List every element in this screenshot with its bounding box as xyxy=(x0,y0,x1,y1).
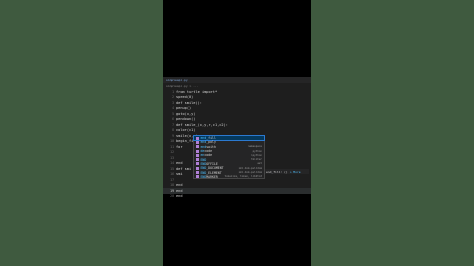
line-code[interactable]: goto(x,y) xyxy=(176,112,195,116)
method-icon xyxy=(196,140,199,144)
autocomplete-popup[interactable]: end_fill end_poly endswith namespace decode p… xyxy=(193,134,265,179)
line-number: 20 xyxy=(170,194,174,199)
line-code[interactable]: end xyxy=(176,161,183,165)
line-code[interactable]: def smi xyxy=(176,167,191,171)
line-number: 12 xyxy=(170,150,174,155)
suggestion-item[interactable]: ENDMARKER tokenize, token, lib2to3 xyxy=(194,175,264,179)
line-code[interactable]: end xyxy=(176,189,183,193)
line-code[interactable]: pendown() xyxy=(176,117,195,121)
line-number: 11 xyxy=(170,144,174,149)
line-code[interactable]: end xyxy=(176,194,183,198)
line-number: 3 xyxy=(172,100,174,105)
line-code[interactable]: from turtle import* xyxy=(176,90,217,94)
tab-simpleapi[interactable]: simpleapi.py xyxy=(166,78,188,82)
method-icon xyxy=(196,136,199,140)
suggestion-detail: ast xyxy=(257,162,262,166)
line-number: 19 xyxy=(170,188,174,193)
line-number: 17 xyxy=(170,177,174,182)
method-icon xyxy=(196,158,199,162)
method-icon xyxy=(196,162,199,166)
line-number: 18 xyxy=(170,183,174,188)
line-code[interactable]: color(c1) xyxy=(176,128,195,132)
suggestion-detail: xml.dom.pulldom xyxy=(238,171,262,175)
hint-more-link[interactable]: » More xyxy=(290,170,301,174)
line-number: 1 xyxy=(172,89,174,94)
line-number: 13 xyxy=(170,155,174,160)
right-background xyxy=(311,0,474,266)
line-number: 2 xyxy=(172,95,174,100)
code-line[interactable]: 20 end xyxy=(163,194,311,200)
signature-hint: end_fill: () » More xyxy=(265,169,309,174)
line-number: 5 xyxy=(172,111,174,116)
line-code[interactable]: def smile(): xyxy=(176,101,202,105)
line-number: 16 xyxy=(170,172,174,177)
line-code[interactable]: penup() xyxy=(176,106,191,110)
hint-text: end_fill: () xyxy=(266,169,288,174)
suggestion-detail: tkinter xyxy=(251,158,262,162)
line-code[interactable]: end xyxy=(176,183,183,187)
method-icon xyxy=(196,166,199,170)
line-number: 8 xyxy=(172,128,174,133)
line-code[interactable]: speed(0) xyxy=(176,95,193,99)
line-number: 10 xyxy=(170,139,174,144)
line-number: 15 xyxy=(170,166,174,171)
method-icon xyxy=(196,153,199,157)
line-number: 7 xyxy=(172,122,174,127)
left-background xyxy=(0,0,163,266)
line-number: 14 xyxy=(170,161,174,166)
suggestion-detail: xml.dom.pulldom xyxy=(238,166,262,170)
suggestion-detail: python xyxy=(252,149,262,153)
suggestion-detail: tokenize, token, lib2to3 xyxy=(224,175,262,179)
line-code[interactable]: smi xyxy=(176,172,183,176)
method-icon xyxy=(196,175,199,179)
suggestion-detail: ipython xyxy=(251,153,262,157)
suggestion-detail: namespace xyxy=(247,145,262,149)
method-icon xyxy=(196,145,199,149)
line-number: 4 xyxy=(172,106,174,111)
method-icon xyxy=(196,149,199,153)
line-number: 9 xyxy=(172,133,174,138)
method-icon xyxy=(196,171,199,175)
line-number: 6 xyxy=(172,117,174,122)
line-code[interactable]: for xyxy=(176,145,183,149)
line-code[interactable]: def smile_(x,y,r,c1,c2): xyxy=(176,123,228,127)
suggestion-label: ENDMARKER xyxy=(200,174,218,179)
